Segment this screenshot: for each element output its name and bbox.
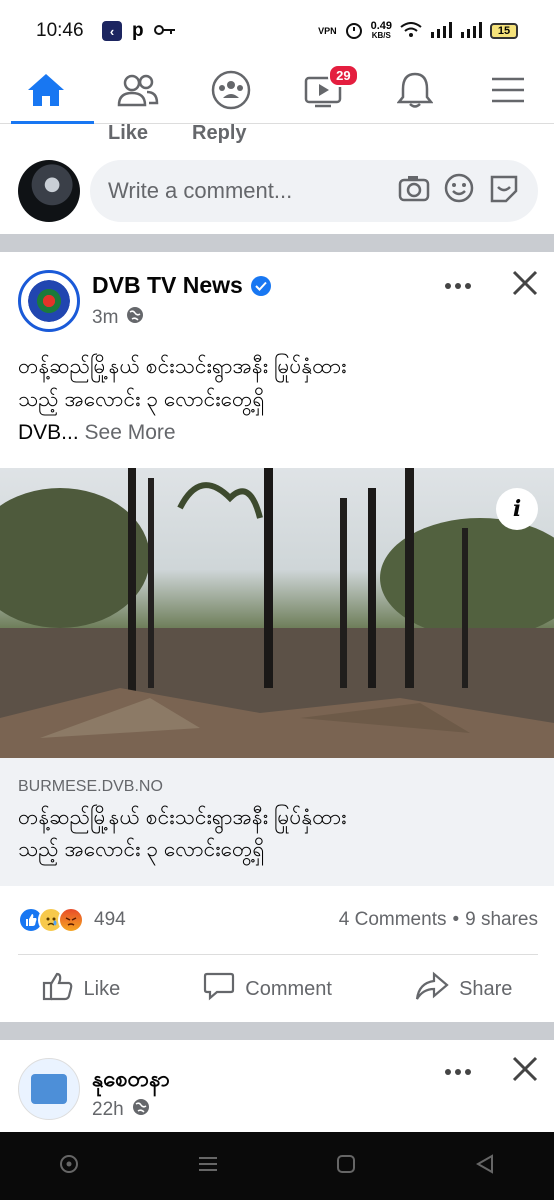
post-time[interactable]: 3m: [92, 307, 118, 329]
status-time: 10:46: [36, 20, 84, 41]
comment-placeholder: Write a comment...: [108, 178, 293, 203]
avatar[interactable]: [18, 160, 80, 222]
more-options-icon[interactable]: [444, 1063, 472, 1081]
next-page-name[interactable]: နုစေတနာ: [92, 1064, 170, 1097]
post-text: တန့်ဆည်မြို့နယ် စင်းသင်းရွာအနီး မြုပ်နှံ…: [18, 355, 347, 444]
thumbs-up-icon: [42, 971, 74, 1007]
close-icon[interactable]: [512, 1056, 538, 1087]
post-image[interactable]: i: [0, 468, 554, 758]
close-icon[interactable]: [512, 270, 538, 301]
next-page-avatar[interactable]: [18, 1058, 80, 1120]
nav-menu[interactable]: [473, 62, 543, 124]
page-name[interactable]: DVB TV News: [92, 272, 271, 299]
comment-button[interactable]: Comment: [203, 971, 332, 1007]
friends-icon: [117, 73, 159, 112]
share-button[interactable]: Share: [415, 971, 512, 1007]
comment-reply-link[interactable]: Reply: [192, 122, 246, 145]
comment-icon: [203, 971, 235, 1007]
nav-watch[interactable]: 29: [288, 62, 359, 124]
actions-divider: [18, 954, 538, 955]
comment-composer: Write a comment...: [18, 158, 538, 224]
sticker-icon[interactable]: [488, 173, 520, 209]
status-bar: 10:46 ‹ p VPN 0.49 KB/S 15: [0, 0, 554, 62]
nav-home[interactable]: [11, 62, 95, 124]
verified-icon: [250, 275, 271, 296]
home-icon: [26, 72, 66, 113]
more-options-icon[interactable]: [444, 277, 472, 295]
nav-notifications[interactable]: [380, 62, 450, 124]
menu-icon: [490, 75, 526, 110]
info-button[interactable]: i: [496, 488, 538, 530]
system-nav-bar: [0, 1132, 554, 1200]
wifi-icon: [400, 21, 422, 41]
watch-badge: 29: [328, 63, 359, 87]
globe-icon: [132, 1098, 150, 1122]
top-navigation: 29: [0, 62, 554, 124]
recents-icon[interactable]: [197, 1155, 219, 1178]
post-meta: 3m: [92, 306, 144, 330]
home-button-icon[interactable]: [335, 1153, 357, 1180]
burned-site-photo: [0, 468, 554, 758]
key-icon: [153, 20, 176, 42]
separator-dot: •: [452, 909, 460, 930]
next-post-header: နုစေတနာ 22h: [18, 1056, 538, 1126]
app-notification-icon: ‹: [102, 21, 122, 41]
see-more-link[interactable]: See More: [85, 421, 176, 444]
shares-count[interactable]: 9 shares: [465, 909, 538, 931]
network-speed: 0.49 KB/S: [370, 20, 392, 41]
prev-comment-actions: Like Reply: [108, 122, 247, 145]
camera-icon[interactable]: [398, 174, 430, 208]
link-domain: BURMESE.DVB.NO: [18, 778, 163, 795]
share-icon: [415, 971, 449, 1007]
signal-icon-2: [460, 21, 482, 41]
page-avatar[interactable]: [18, 270, 80, 332]
reaction-icons[interactable]: [18, 907, 84, 933]
comment-input[interactable]: Write a comment...: [90, 160, 538, 222]
groups-icon: [211, 70, 251, 115]
vpn-icon: VPN: [318, 26, 337, 36]
link-title: တန့်ဆည်မြို့နယ် စင်းသင်းရွာအနီး မြုပ်နှံ…: [18, 806, 347, 861]
comments-count[interactable]: 4 Comments: [339, 909, 447, 931]
nav-groups[interactable]: [196, 62, 266, 124]
bell-icon: [396, 71, 435, 114]
assistant-icon[interactable]: [58, 1153, 80, 1180]
next-post-time[interactable]: 22h: [92, 1099, 124, 1121]
globe-icon: [126, 306, 144, 330]
emoji-icon[interactable]: [444, 173, 474, 209]
like-button[interactable]: Like: [42, 971, 120, 1007]
nav-friends[interactable]: [103, 62, 173, 124]
comment-like-link[interactable]: Like: [108, 122, 148, 145]
signal-icon: [430, 21, 452, 41]
back-icon[interactable]: [474, 1153, 496, 1180]
feed-divider: [0, 234, 554, 252]
alarm-icon: [345, 21, 363, 42]
battery-icon: 15: [490, 23, 518, 39]
post-actions: Like Comment Share: [0, 956, 554, 1022]
angry-reaction-icon: [58, 907, 84, 933]
post-header: DVB TV News 3m: [18, 266, 538, 336]
feed-divider-2: [0, 1022, 554, 1040]
reaction-count[interactable]: 494: [94, 909, 126, 931]
link-preview[interactable]: BURMESE.DVB.NO တန့်ဆည်မြို့နယ် စင်းသင်းရ…: [0, 758, 554, 886]
reactions-bar: 494 4 Comments • 9 shares: [18, 900, 538, 940]
parking-app-icon: p: [132, 20, 144, 41]
next-post-meta: 22h: [92, 1098, 150, 1122]
